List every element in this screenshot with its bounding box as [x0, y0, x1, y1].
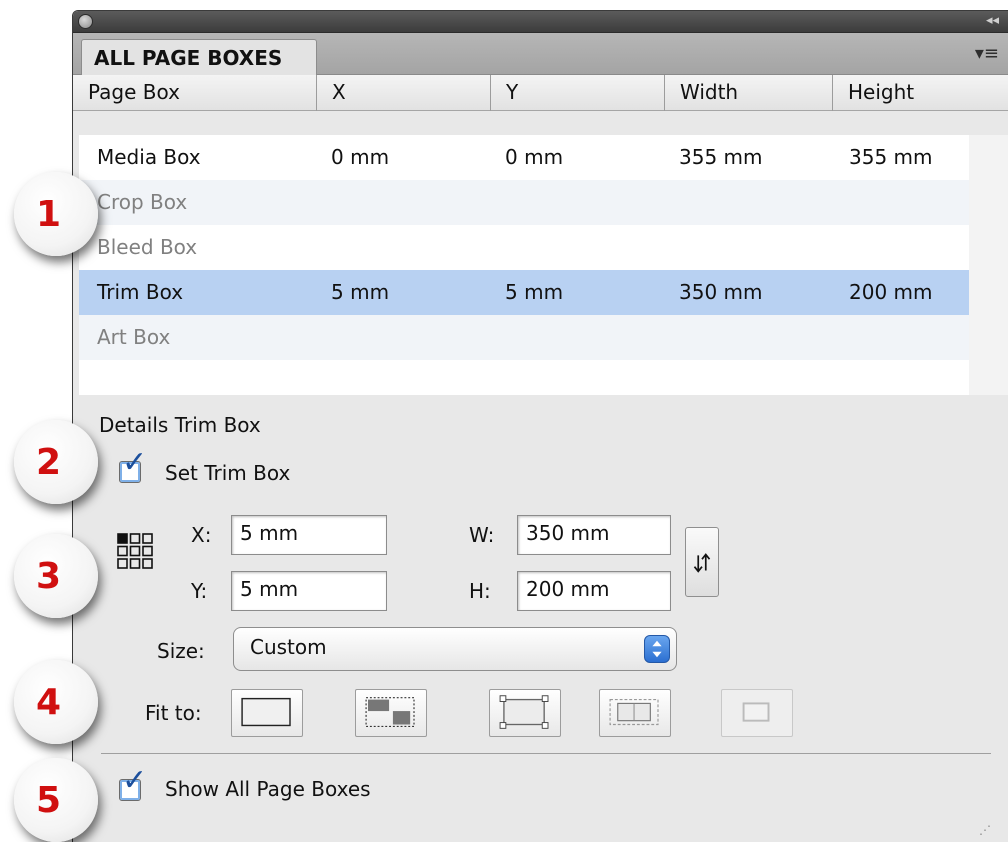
table-row-crop-box[interactable]: Crop Box [79, 180, 969, 225]
fit-to-label: Fit to: [145, 701, 202, 725]
fit-selection-icon [365, 697, 415, 727]
details-heading: Details Trim Box [99, 413, 261, 437]
row-name: Bleed Box [97, 235, 198, 259]
column-header-page-box[interactable]: Page Box [73, 75, 317, 111]
page-boxes-panel: ◂◂ ALL PAGE BOXES ▾≡ Page Box X Y Width … [72, 10, 1008, 842]
fit-margin-icon [742, 702, 770, 722]
column-header-x[interactable]: X [317, 75, 491, 111]
callout-number: 3 [36, 555, 62, 597]
set-trim-box-checkbox[interactable]: ✓ [119, 448, 147, 483]
swap-width-height-button[interactable] [685, 527, 719, 597]
column-header-y[interactable]: Y [491, 75, 665, 111]
fit-to-margin-button[interactable] [721, 689, 793, 737]
table-row-art-box[interactable]: Art Box [79, 315, 969, 360]
callout-badge-3: 3 [14, 534, 98, 618]
row-x: 5 mm [331, 280, 390, 304]
callout-number: 5 [36, 779, 62, 821]
row-x: 0 mm [331, 145, 390, 169]
fit-to-bleed-button[interactable] [599, 689, 671, 737]
x-label: X: [191, 523, 212, 547]
table-row-trim-box[interactable]: Trim Box 5 mm 5 mm 350 mm 200 mm [79, 270, 969, 315]
resize-grip-icon[interactable]: ⋰ [979, 823, 991, 837]
panel-close-button[interactable] [78, 14, 93, 29]
fit-to-selection-button[interactable] [355, 689, 427, 737]
panel-titlebar: ◂◂ [73, 11, 1008, 33]
table-header: Page Box X Y Width Height [73, 75, 1008, 111]
column-header-width[interactable]: Width [665, 75, 833, 111]
checkmark-icon: ✓ [122, 445, 148, 480]
row-name: Media Box [97, 145, 201, 169]
row-y: 0 mm [505, 145, 564, 169]
callout-number: 4 [36, 681, 62, 723]
set-trim-box-label: Set Trim Box [165, 461, 291, 485]
fit-bleed-icon [609, 699, 659, 726]
size-dropdown[interactable]: Custom [233, 627, 677, 671]
section-divider [101, 753, 991, 754]
fit-to-page-button[interactable] [231, 689, 303, 737]
height-input[interactable]: 200 mm [517, 571, 671, 611]
row-height: 200 mm [849, 280, 933, 304]
page-box-table: Media Box 0 mm 0 mm 355 mm 355 mm Crop B… [79, 135, 969, 395]
table-scrollbar[interactable] [969, 135, 1008, 395]
width-input[interactable]: 350 mm [517, 515, 671, 555]
fit-page-icon [241, 697, 291, 727]
checkmark-icon: ✓ [122, 763, 148, 798]
show-all-page-boxes-checkbox[interactable]: ✓ [119, 766, 147, 801]
row-name: Art Box [97, 325, 171, 349]
fit-to-art-button[interactable] [489, 689, 561, 737]
size-dropdown-value: Custom [250, 635, 327, 659]
panel-tab-row: ALL PAGE BOXES ▾≡ [73, 33, 1008, 75]
row-y: 5 mm [505, 280, 564, 304]
show-all-page-boxes-label: Show All Page Boxes [165, 777, 371, 801]
callout-badge-4: 4 [14, 660, 98, 744]
dropdown-arrows-icon [644, 635, 670, 663]
callout-badge-1: 1 [14, 172, 98, 256]
callout-number: 1 [36, 193, 62, 235]
tab-all-page-boxes[interactable]: ALL PAGE BOXES [81, 39, 317, 75]
size-label: Size: [157, 639, 205, 663]
w-label: W: [469, 523, 495, 547]
panel-menu-icon[interactable]: ▾≡ [975, 43, 999, 64]
row-height: 355 mm [849, 145, 933, 169]
row-width: 350 mm [679, 280, 763, 304]
fit-art-icon [499, 695, 549, 729]
table-row-media-box[interactable]: Media Box 0 mm 0 mm 355 mm 355 mm [79, 135, 969, 180]
x-input[interactable]: 5 mm [231, 515, 387, 555]
row-width: 355 mm [679, 145, 763, 169]
swap-arrows-icon [693, 553, 711, 573]
h-label: H: [469, 579, 491, 603]
callout-badge-2: 2 [14, 420, 98, 504]
callout-number: 2 [36, 441, 62, 483]
y-input[interactable]: 5 mm [231, 571, 387, 611]
callout-badge-5: 5 [14, 758, 98, 842]
row-name: Crop Box [97, 190, 188, 214]
row-name: Trim Box [97, 280, 184, 304]
table-row-bleed-box[interactable]: Bleed Box [79, 225, 969, 270]
collapse-icon[interactable]: ◂◂ [986, 13, 999, 28]
y-label: Y: [191, 579, 208, 603]
column-header-height[interactable]: Height [833, 75, 1008, 111]
reference-point-icon[interactable] [117, 533, 153, 569]
